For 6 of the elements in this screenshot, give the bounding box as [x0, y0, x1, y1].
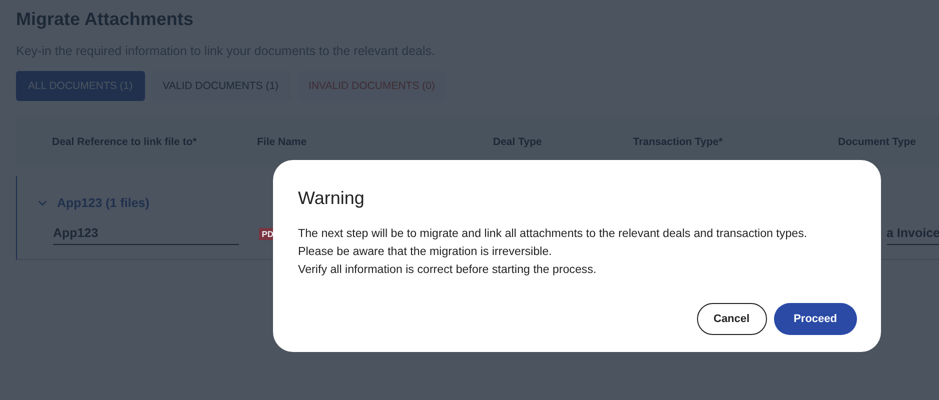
dialog-message: The next step will be to migrate and link all attachments to the relevant deals and transaction types. — [298, 226, 808, 242]
proceed-button[interactable]: Proceed — [774, 303, 857, 335]
dialog-message: Verify all information is correct before starting the process. — [298, 262, 598, 278]
cancel-button[interactable]: Cancel — [696, 303, 767, 335]
dialog-message: Please be aware that the migration is irreversible. — [298, 244, 553, 260]
dialog-title: Warning — [298, 187, 366, 209]
